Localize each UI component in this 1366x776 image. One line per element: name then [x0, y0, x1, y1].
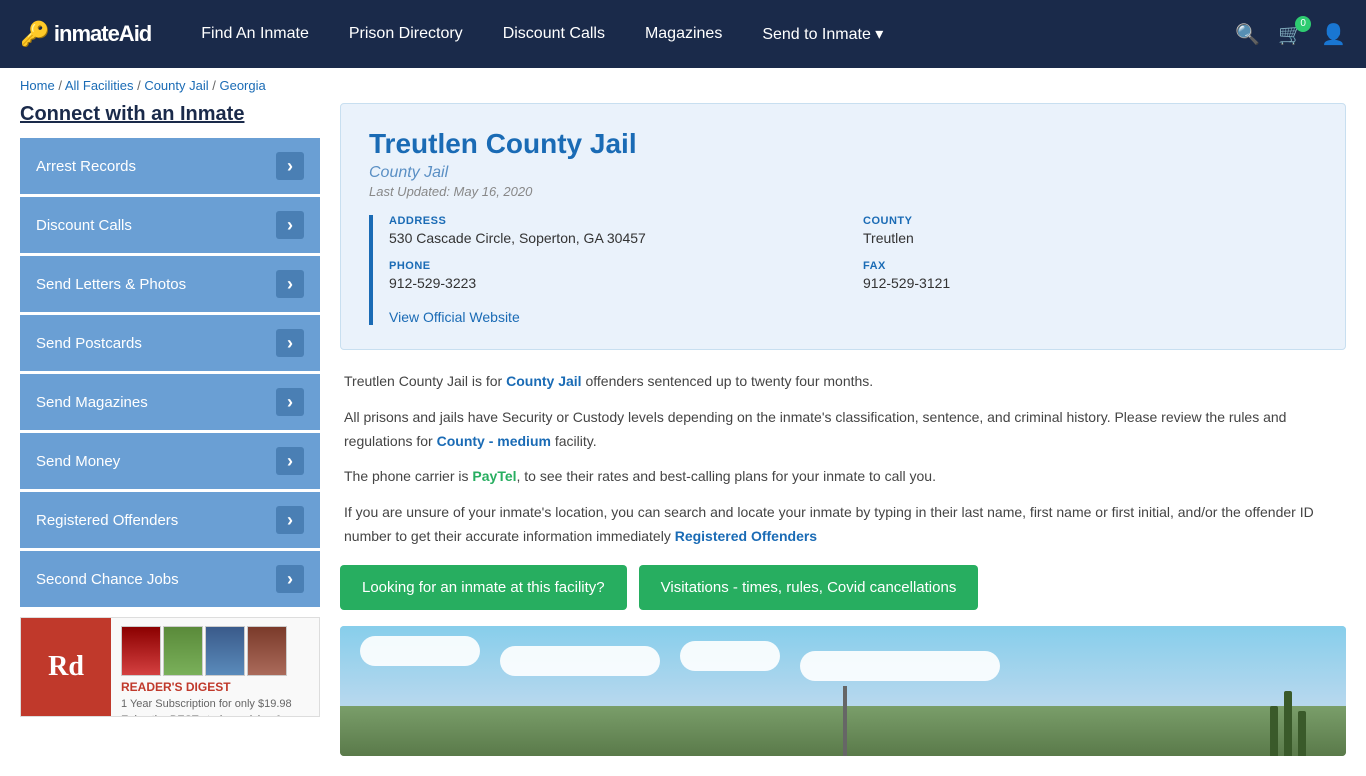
- cloud-4: [800, 651, 1000, 681]
- sidebar-menu: Arrest Records › Discount Calls › Send L…: [20, 138, 320, 607]
- cart-badge: 0: [1295, 16, 1311, 32]
- facility-updated: Last Updated: May 16, 2020: [369, 184, 1317, 199]
- arrow-icon: ›: [276, 152, 304, 180]
- main-nav: Find An Inmate Prison Directory Discount…: [201, 24, 1205, 44]
- ad-image-2: [163, 626, 203, 676]
- address-label: ADDRESS: [389, 215, 843, 227]
- address-group: ADDRESS 530 Cascade Circle, Soperton, GA…: [389, 215, 843, 246]
- facility-details: ADDRESS 530 Cascade Circle, Soperton, GA…: [369, 215, 1317, 325]
- arrow-icon: ›: [276, 506, 304, 534]
- find-inmate-button[interactable]: Looking for an inmate at this facility?: [340, 565, 627, 610]
- ad-image-4: [247, 626, 287, 676]
- search-icon[interactable]: 🔍: [1235, 22, 1260, 47]
- cloud-1: [360, 636, 480, 666]
- county-medium-link[interactable]: County - medium: [437, 433, 551, 449]
- fax-value: 912-529-3121: [863, 275, 1317, 291]
- desc-para3: The phone carrier is PayTel, to see thei…: [344, 465, 1342, 489]
- breadcrumb-georgia[interactable]: Georgia: [219, 78, 265, 93]
- desc-para4: If you are unsure of your inmate's locat…: [344, 501, 1342, 549]
- arrow-icon: ›: [276, 211, 304, 239]
- sidebar-item-send-letters[interactable]: Send Letters & Photos ›: [20, 256, 320, 312]
- nav-prison-directory[interactable]: Prison Directory: [349, 25, 463, 43]
- county-group: COUNTY Treutlen: [863, 215, 1317, 246]
- fax-group: FAX 912-529-3121: [863, 260, 1317, 291]
- tree-1: [1270, 706, 1278, 756]
- photo-trees: [1270, 691, 1306, 756]
- sidebar-item-arrest-records[interactable]: Arrest Records ›: [20, 138, 320, 194]
- arrow-icon: ›: [276, 447, 304, 475]
- ad-logo: Rd: [21, 618, 111, 716]
- desc-para2: All prisons and jails have Security or C…: [344, 406, 1342, 454]
- ad-content: READER'S DIGEST 1 Year Subscription for …: [111, 618, 319, 716]
- sidebar-item-second-chance-jobs[interactable]: Second Chance Jobs ›: [20, 551, 320, 607]
- arrow-icon: ›: [276, 565, 304, 593]
- cloud-2: [500, 646, 660, 676]
- phone-value: 912-529-3223: [389, 275, 843, 291]
- nav-send-to-inmate[interactable]: Send to Inmate ▾: [762, 24, 883, 44]
- ad-image-1: [121, 626, 161, 676]
- header-icons: 🔍 🛒 0 👤: [1235, 22, 1346, 47]
- facility-description: Treutlen County Jail is for County Jail …: [340, 370, 1346, 549]
- desc-para1: Treutlen County Jail is for County Jail …: [344, 370, 1342, 394]
- breadcrumb: Home / All Facilities / County Jail / Ge…: [0, 68, 1366, 103]
- fax-label: FAX: [863, 260, 1317, 272]
- ad-line1: 1 Year Subscription for only $19.98: [121, 698, 309, 710]
- arrow-icon: ›: [276, 270, 304, 298]
- ad-banner[interactable]: Rd READER'S DIGEST 1 Year Subscription f…: [20, 617, 320, 717]
- main-content: Treutlen County Jail County Jail Last Up…: [340, 103, 1346, 756]
- header: 🔑 inmateAid Find An Inmate Prison Direct…: [0, 0, 1366, 68]
- ad-line2: Enjoy the BEST stories, advice & jokes!: [121, 714, 309, 717]
- official-website-link[interactable]: View Official Website: [389, 309, 520, 325]
- facility-type: County Jail: [369, 164, 1317, 182]
- main-layout: Connect with an Inmate Arrest Records › …: [0, 103, 1366, 776]
- user-icon[interactable]: 👤: [1321, 22, 1346, 47]
- official-website: View Official Website: [389, 309, 1317, 325]
- paytel-link[interactable]: PayTel: [472, 468, 516, 484]
- arrow-icon: ›: [276, 388, 304, 416]
- action-buttons: Looking for an inmate at this facility? …: [340, 565, 1346, 610]
- sidebar-item-send-money[interactable]: Send Money ›: [20, 433, 320, 489]
- ad-brand-full: READER'S DIGEST: [121, 680, 309, 694]
- sidebar-item-send-magazines[interactable]: Send Magazines ›: [20, 374, 320, 430]
- arrow-icon: ›: [276, 329, 304, 357]
- breadcrumb-county-jail[interactable]: County Jail: [144, 78, 208, 93]
- facility-card: Treutlen County Jail County Jail Last Up…: [340, 103, 1346, 350]
- county-value: Treutlen: [863, 230, 1317, 246]
- logo-icon: 🔑: [20, 20, 50, 49]
- ad-images: [121, 626, 309, 676]
- photo-pole: [843, 686, 847, 756]
- nav-magazines[interactable]: Magazines: [645, 25, 722, 43]
- nav-find-inmate[interactable]: Find An Inmate: [201, 25, 309, 43]
- phone-label: PHONE: [389, 260, 843, 272]
- nav-discount-calls[interactable]: Discount Calls: [503, 25, 605, 43]
- sidebar-title: Connect with an Inmate: [20, 103, 320, 126]
- facility-photo: [340, 626, 1346, 756]
- tree-3: [1298, 711, 1306, 756]
- facility-name: Treutlen County Jail: [369, 128, 1317, 160]
- registered-offenders-link[interactable]: Registered Offenders: [675, 528, 817, 544]
- phone-group: PHONE 912-529-3223: [389, 260, 843, 291]
- breadcrumb-home[interactable]: Home: [20, 78, 55, 93]
- logo[interactable]: 🔑 inmateAid: [20, 20, 151, 49]
- logo-text: inmateAid: [54, 21, 151, 47]
- cart-icon[interactable]: 🛒 0: [1278, 22, 1303, 47]
- cloud-3: [680, 641, 780, 671]
- county-label: COUNTY: [863, 215, 1317, 227]
- tree-2: [1284, 691, 1292, 756]
- photo-clouds: [340, 636, 1346, 681]
- sidebar-item-registered-offenders[interactable]: Registered Offenders ›: [20, 492, 320, 548]
- sidebar: Connect with an Inmate Arrest Records › …: [20, 103, 320, 756]
- visitations-button[interactable]: Visitations - times, rules, Covid cancel…: [639, 565, 979, 610]
- address-value: 530 Cascade Circle, Soperton, GA 30457: [389, 230, 843, 246]
- breadcrumb-all-facilities[interactable]: All Facilities: [65, 78, 134, 93]
- ad-image-3: [205, 626, 245, 676]
- county-jail-link[interactable]: County Jail: [506, 373, 581, 389]
- sidebar-item-discount-calls[interactable]: Discount Calls ›: [20, 197, 320, 253]
- sidebar-item-send-postcards[interactable]: Send Postcards ›: [20, 315, 320, 371]
